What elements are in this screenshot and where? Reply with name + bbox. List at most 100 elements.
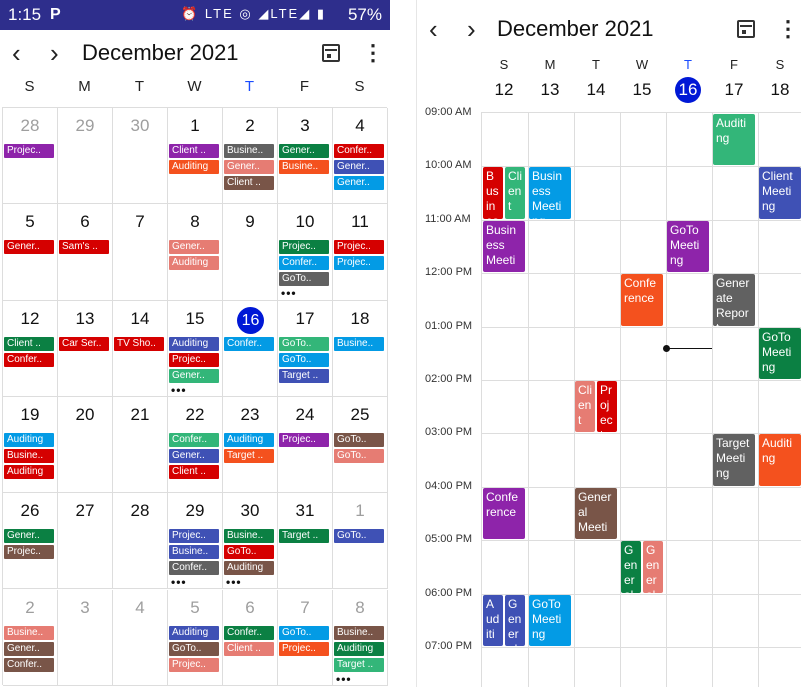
event-chip[interactable]: Busine.. [334,336,384,351]
day-cell[interactable]: 17 GoTo.. GoTo.. Target .. [278,300,333,397]
event-chip[interactable]: Confer.. [169,432,219,447]
event-chip[interactable]: Sam's .. [59,240,109,255]
event-chip[interactable]: Gener.. [169,448,219,463]
day-cell[interactable]: 8 Gener.. Auditing [168,204,223,301]
day-cell[interactable]: 13 Car Ser.. [58,300,113,397]
event-chip[interactable]: Client .. [169,464,219,479]
more-events-indicator[interactable]: ••• [226,576,242,588]
event-chip[interactable]: Confer.. [4,657,54,672]
event-chip[interactable]: Auditing [169,256,219,271]
event-chip[interactable]: Gener.. [224,160,274,174]
event-chip[interactable]: Projec.. [334,256,384,271]
event-chip[interactable]: GoTo.. [334,432,384,447]
week-event-block[interactable]: General Meeting [575,487,617,540]
week-event-block[interactable]: Business Meeting [529,167,571,219]
week-event-block[interactable]: General [621,541,641,593]
day-cell[interactable]: 22 Confer.. Gener.. Client .. [168,396,223,494]
week-event-block[interactable]: Generate Report [713,274,755,326]
day-cell[interactable]: 5 Gener.. [3,204,58,301]
event-chip[interactable]: Projec.. [169,657,219,672]
more-events-indicator[interactable]: ••• [281,287,297,299]
next-week-button[interactable]: › [467,14,476,45]
day-cell[interactable]: 25 GoTo.. GoTo.. [333,396,388,494]
day-cell[interactable]: 4 Confer.. Gener.. Gener.. [333,108,388,205]
day-cell[interactable]: 11 Projec.. Projec.. [333,204,388,301]
week-day-column-header[interactable]: M 13 [527,56,573,103]
day-cell[interactable]: 16 Confer.. [223,300,278,397]
event-chip[interactable]: Confer.. [334,144,384,158]
day-cell[interactable]: 21 [113,396,168,494]
event-chip[interactable]: Client .. [4,336,54,351]
event-chip[interactable]: Gener.. [4,641,54,656]
week-day-column-header[interactable]: S 18 [757,56,803,103]
today-calendar-icon[interactable] [322,44,340,62]
day-cell[interactable]: 6 Sam's .. [58,204,113,301]
event-chip[interactable]: Target .. [279,529,329,544]
event-chip[interactable]: Busine.. [224,144,274,158]
event-chip[interactable]: GoTo.. [279,625,329,640]
day-cell[interactable]: 18 Busine.. [333,300,388,397]
event-chip[interactable]: Busine.. [334,625,384,640]
event-chip[interactable]: Busine.. [4,625,54,640]
event-chip[interactable]: Auditing [224,432,274,447]
day-cell[interactable]: 30 Busine.. GoTo.. Auditing ••• [223,493,278,590]
event-chip[interactable]: Gener.. [279,144,329,158]
more-options-icon[interactable]: ⋮ [777,16,799,42]
week-event-block[interactable]: Auditing [713,114,755,166]
day-cell[interactable]: 9 [223,204,278,301]
day-cell[interactable]: 8 Busine.. Auditing Target .. ••• [333,589,388,686]
week-event-block[interactable]: Client Meeting [759,167,801,219]
event-chip[interactable]: Busine.. [224,529,274,544]
day-cell[interactable]: 20 [58,396,113,494]
week-event-block[interactable]: Auditing [759,434,801,486]
event-chip[interactable]: Target .. [334,657,384,672]
day-cell[interactable]: 4 [113,589,168,686]
day-cell[interactable]: 2 Busine.. Gener.. Confer.. [3,589,58,686]
event-chip[interactable]: Gener.. [4,240,54,255]
event-chip[interactable]: Busine.. [279,160,329,174]
event-chip[interactable]: Confer.. [224,336,274,351]
more-events-indicator[interactable]: ••• [171,576,187,588]
day-cell[interactable]: 29 Projec.. Busine.. Confer.. ••• [168,493,223,590]
month-title[interactable]: December 2021 [82,40,239,66]
event-chip[interactable]: Projec.. [169,352,219,367]
week-day-column-header[interactable]: W 15 [619,56,665,103]
week-day-column-header[interactable]: S 12 [481,56,527,103]
day-cell[interactable]: 2 Busine.. Gener.. Client .. [223,108,278,205]
event-chip[interactable]: Confer.. [4,352,54,367]
event-chip[interactable]: Auditing [4,464,54,479]
day-cell[interactable]: 12 Client .. Confer.. [3,300,58,397]
prev-month-button[interactable]: ‹ [12,38,21,69]
day-cell[interactable]: 3 [58,589,113,686]
event-chip[interactable]: Auditing [224,561,274,576]
event-chip[interactable]: Gener.. [334,160,384,174]
event-chip[interactable]: GoTo.. [279,272,329,287]
week-event-block[interactable]: Auditing [483,594,503,646]
event-chip[interactable]: GoTo.. [279,336,329,351]
event-chip[interactable]: Client .. [224,176,274,190]
event-chip[interactable]: Projec.. [279,432,329,447]
more-events-indicator[interactable]: ••• [336,673,352,685]
day-cell[interactable]: 27 [58,493,113,590]
event-chip[interactable]: Auditing [334,641,384,656]
week-event-block[interactable]: Conference [483,487,525,540]
event-chip[interactable]: Projec.. [169,529,219,544]
day-cell[interactable]: 15 Auditing Projec.. Gener.. ••• [168,300,223,397]
event-chip[interactable]: Projec.. [279,240,329,255]
prev-week-button[interactable]: ‹ [429,14,438,45]
event-chip[interactable]: Busine.. [4,448,54,463]
day-cell[interactable]: 14 TV Sho.. [113,300,168,397]
day-cell[interactable]: 26 Gener.. Projec.. [3,493,58,590]
event-chip[interactable]: Target .. [224,448,274,463]
event-chip[interactable]: Projec.. [4,545,54,560]
event-chip[interactable]: GoTo.. [224,545,274,560]
day-cell[interactable]: 31 Target .. [278,493,333,590]
day-cell[interactable]: 6 Confer.. Client .. [223,589,278,686]
event-chip[interactable]: Gener.. [4,529,54,544]
event-chip[interactable]: GoTo.. [169,641,219,656]
day-cell[interactable]: 7 GoTo.. Projec.. [278,589,333,686]
day-cell[interactable]: 29 [58,108,113,205]
event-chip[interactable]: Projec.. [279,641,329,656]
day-cell[interactable]: 7 [113,204,168,301]
week-day-column-header[interactable]: T 16 [665,56,711,103]
